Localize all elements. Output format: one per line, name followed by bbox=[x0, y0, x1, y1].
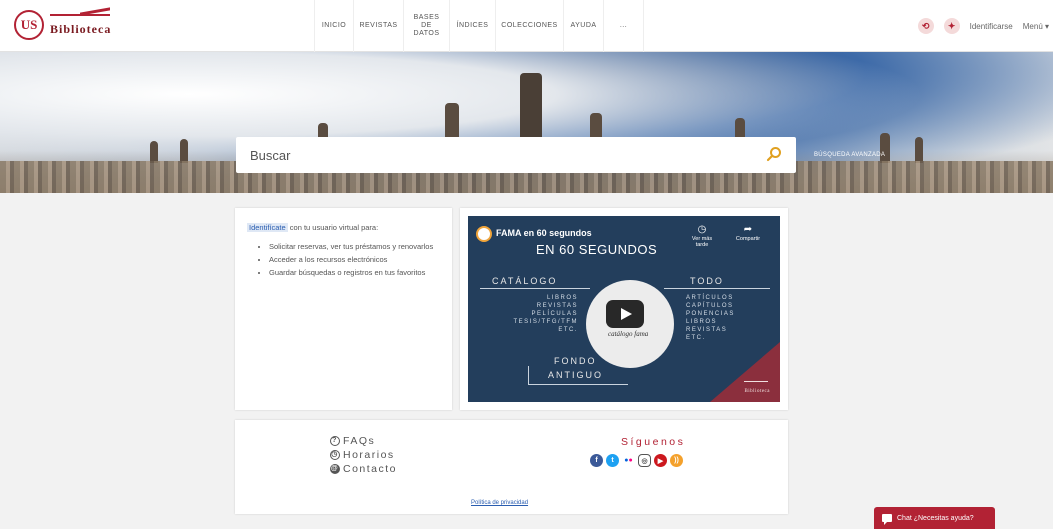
catalog-items: LIBROS REVISTAS PELÍCULAS TESIS/TFG/TFM … bbox=[482, 294, 578, 334]
todo-item: LIBROS bbox=[686, 319, 718, 325]
youtube-icon[interactable]: ▶ bbox=[654, 454, 667, 467]
pin-icon[interactable]: ✦ bbox=[943, 18, 960, 34]
at-icon: @ bbox=[330, 464, 340, 474]
search-bar bbox=[236, 137, 796, 173]
statue-image bbox=[150, 141, 158, 163]
list-item: Acceder a los recursos electrónicos bbox=[269, 254, 440, 265]
divider bbox=[528, 384, 628, 385]
nav-more[interactable]: ... bbox=[604, 0, 644, 52]
contact-label: Contacto bbox=[343, 463, 398, 475]
hours-link[interactable]: ◷ Horarios bbox=[330, 448, 397, 462]
share-icon: ➦ bbox=[743, 224, 753, 235]
university-seal-icon: US bbox=[14, 10, 44, 40]
watch-later-button[interactable]: ◷ Ver más tarde bbox=[686, 224, 718, 248]
follow-us-title: Síguenos bbox=[621, 436, 686, 448]
list-item: Guardar búsquedas o registros en tus fav… bbox=[269, 267, 440, 278]
todo-item: PONENCIAS bbox=[686, 311, 735, 317]
todo-item: ARTÍCULOS bbox=[686, 295, 734, 301]
video-title[interactable]: FAMA en 60 segundos bbox=[496, 228, 592, 238]
logo-wordmark: Biblioteca bbox=[50, 13, 112, 37]
todo-item: CAPÍTULOS bbox=[686, 303, 734, 309]
question-icon: ? bbox=[330, 436, 340, 446]
catalog-item: LIBROS bbox=[546, 295, 578, 301]
catalog-item: ETC. bbox=[558, 327, 578, 333]
share-label: Compartir bbox=[735, 236, 761, 242]
watermark-text: Biblioteca bbox=[744, 389, 770, 394]
login-card: Identifícate con tu usuario virtual para… bbox=[235, 208, 452, 410]
identify-link[interactable]: Identificarse bbox=[970, 22, 1013, 31]
video-card: FAMA en 60 segundos ◷ Ver más tarde ➦ Comp… bbox=[460, 208, 788, 410]
statue-image bbox=[915, 137, 923, 163]
chat-label: Chat ¿Necesitas ayuda? bbox=[897, 514, 974, 522]
logo-name: Biblioteca bbox=[50, 21, 112, 36]
play-button[interactable] bbox=[606, 300, 644, 328]
hours-label: Horarios bbox=[343, 449, 395, 461]
login-intro-text: con tu usuario virtual para: bbox=[287, 223, 379, 232]
todo-items: ARTÍCULOS CAPÍTULOS PONENCIAS LIBROS REV… bbox=[686, 294, 735, 342]
nav-bases-de-datos[interactable]: Bases de datos bbox=[404, 0, 450, 52]
social-links: f t ● ● ◎ ▶ )) bbox=[590, 454, 683, 467]
faq-link[interactable]: ? FAQs bbox=[330, 434, 397, 448]
main-nav: Inicio Revistas Bases de datos Índices C… bbox=[314, 0, 644, 52]
quick-links: ? FAQs ◷ Horarios @ Contacto bbox=[330, 434, 397, 476]
flickr-icon[interactable]: ● ● bbox=[622, 454, 635, 467]
list-item: Solicitar reservas, ver tus préstamos y … bbox=[269, 241, 440, 252]
search-input[interactable] bbox=[250, 147, 750, 163]
divider bbox=[664, 288, 770, 289]
circle-logo-text: catálogo fama bbox=[608, 330, 649, 338]
instagram-icon[interactable]: ◎ bbox=[638, 454, 651, 467]
watch-later-label: Ver más tarde bbox=[691, 236, 713, 248]
footer-card: ? FAQs ◷ Horarios @ Contacto Síguenos f t ●… bbox=[235, 420, 788, 514]
todo-item: REVISTAS bbox=[686, 327, 728, 333]
video-player[interactable]: FAMA en 60 segundos ◷ Ver más tarde ➦ Comp… bbox=[468, 216, 780, 402]
login-intro: Identifícate con tu usuario virtual para… bbox=[247, 222, 440, 233]
video-heading: EN 60 SEGUNDOS bbox=[536, 242, 658, 257]
logo-mark-icon bbox=[50, 13, 110, 20]
channel-avatar-icon[interactable] bbox=[476, 226, 492, 242]
catalog-item: PELÍCULAS bbox=[531, 311, 578, 317]
catalog-item: TESIS/TFG/TFM bbox=[513, 319, 578, 325]
chat-help-button[interactable]: Chat ¿Necesitas ayuda? bbox=[874, 507, 995, 529]
statue-image bbox=[880, 133, 890, 163]
menu-button[interactable]: Menú ▾ bbox=[1023, 22, 1049, 31]
clock-icon: ◷ bbox=[330, 450, 340, 460]
library-logo[interactable]: US Biblioteca bbox=[14, 10, 111, 40]
header-user-area: ⟲ ✦ Identificarse Menú ▾ bbox=[917, 0, 1049, 52]
nav-inicio[interactable]: Inicio bbox=[314, 0, 354, 52]
antiguo-heading: ANTIGUO bbox=[548, 370, 604, 380]
login-benefits-list: Solicitar reservas, ver tus préstamos y … bbox=[247, 241, 440, 278]
statue-image bbox=[180, 139, 188, 163]
catalog-heading: CATÁLOGO bbox=[492, 276, 558, 286]
todo-heading: TODO bbox=[690, 276, 724, 286]
search-icon[interactable] bbox=[766, 146, 782, 162]
faq-label: FAQs bbox=[343, 435, 376, 447]
identify-card-link[interactable]: Identifícate bbox=[247, 223, 288, 232]
advanced-search-link[interactable]: Búsqueda avanzada bbox=[814, 152, 885, 158]
contact-link[interactable]: @ Contacto bbox=[330, 462, 397, 476]
top-header: US Biblioteca Inicio Revistas Bases de d… bbox=[0, 0, 1053, 52]
fondo-heading: FONDO bbox=[554, 356, 597, 366]
facebook-icon[interactable]: f bbox=[590, 454, 603, 467]
catalog-item: REVISTAS bbox=[536, 303, 578, 309]
share-button[interactable]: ➦ Compartir bbox=[730, 224, 766, 242]
history-icon[interactable]: ⟲ bbox=[917, 18, 934, 34]
nav-colecciones[interactable]: Colecciones bbox=[496, 0, 564, 52]
library-watermark: Biblioteca bbox=[744, 381, 770, 394]
divider bbox=[480, 288, 590, 289]
divider bbox=[528, 366, 529, 384]
chat-bubble-icon bbox=[882, 514, 892, 525]
nav-revistas[interactable]: Revistas bbox=[354, 0, 404, 52]
todo-item: ETC. bbox=[686, 335, 706, 341]
nav-ayuda[interactable]: Ayuda bbox=[564, 0, 604, 52]
rss-icon[interactable]: )) bbox=[670, 454, 683, 467]
privacy-policy-link[interactable]: Política de privacidad bbox=[471, 500, 528, 506]
clock-icon: ◷ bbox=[697, 224, 707, 235]
nav-indices[interactable]: Índices bbox=[450, 0, 496, 52]
twitter-icon[interactable]: t bbox=[606, 454, 619, 467]
